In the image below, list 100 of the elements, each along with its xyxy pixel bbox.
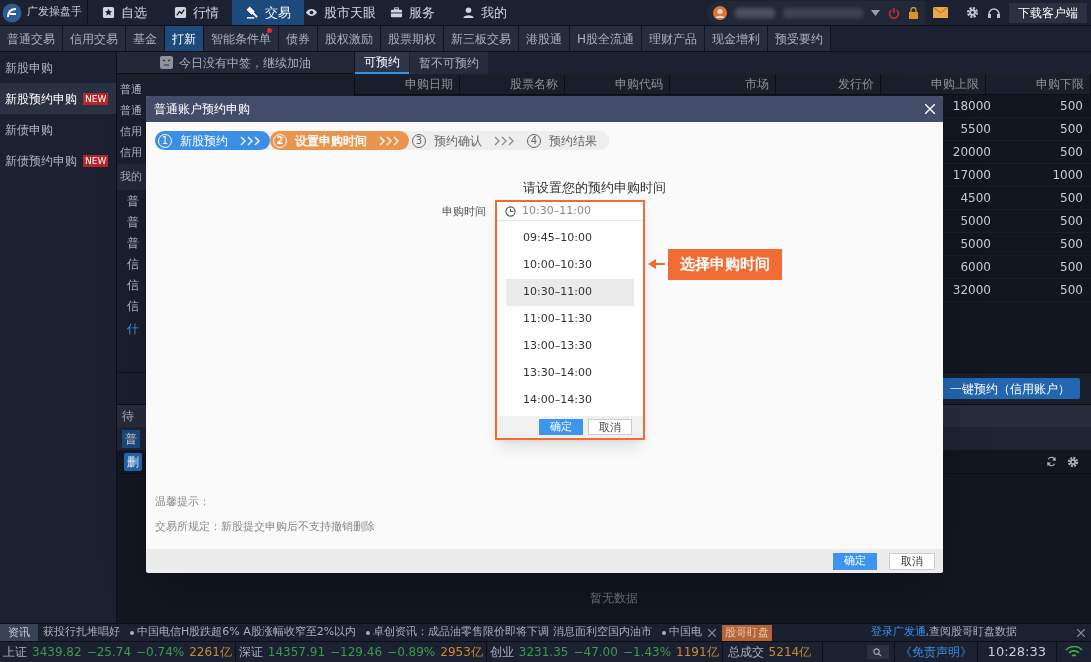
sidebar-item[interactable]: 新股申购 — [0, 52, 116, 83]
sidebar-label: 新股申购 — [5, 59, 53, 77]
table-cell-text: 5000 — [959, 213, 992, 230]
settings-icon[interactable] — [966, 6, 979, 19]
disclaimer-link[interactable]: 《免责声明》 — [893, 642, 978, 662]
table-cell-text: 20000 — [951, 144, 992, 161]
banner-text: 今日没有中签，继续加油 — [179, 54, 311, 72]
time-option[interactable]: 11:00–11:30 — [506, 306, 634, 333]
close-icon[interactable] — [1077, 628, 1085, 637]
lower-tab[interactable]: 待 — [117, 407, 134, 425]
index-change: −129.46 — [330, 644, 383, 661]
table-cell-text: 500 — [1059, 282, 1084, 299]
step-label: 设置申购时间 — [293, 132, 368, 150]
time-option[interactable]: 09:45–10:00 — [506, 225, 634, 252]
power-icon — [888, 6, 900, 19]
index-quote[interactable]: 深证 14357.91 −129.46 −0.89% 2953亿 — [235, 642, 487, 662]
nav-tab[interactable]: 行情 — [160, 0, 232, 25]
index-name: 深证 — [238, 644, 263, 661]
column-header: 申购下限 — [985, 74, 1091, 94]
sidebar-item[interactable]: 新股预约申购 NEW — [0, 83, 116, 114]
column-header: 申购日期 — [355, 74, 461, 94]
index-percent: −0.74% — [136, 644, 185, 661]
sub-tab[interactable]: 港股通 — [519, 26, 570, 51]
news-item[interactable]: 中国电 — [668, 624, 702, 641]
lock-icon — [908, 6, 919, 19]
dialog-title: 普通账户预约申购 — [154, 101, 250, 118]
callout-label: 选择申购时间 — [668, 249, 782, 280]
total-label: 总成交 — [727, 644, 764, 661]
app-name: 广发操盘手 — [27, 4, 82, 21]
table-cell-text: 4500 — [959, 190, 992, 207]
delete-button[interactable]: 删 — [124, 452, 142, 471]
column-header: 申购代码 — [565, 74, 671, 94]
account-bar[interactable] — [707, 0, 925, 25]
sub-tab[interactable]: 股权激励 — [318, 26, 381, 51]
nav-tab[interactable]: 股市天眼 — [304, 0, 376, 25]
table-cell-text: 500 — [1059, 144, 1084, 161]
search-button[interactable] — [866, 645, 889, 659]
time-option[interactable]: 10:30–11:00 — [506, 279, 634, 306]
sub-tab[interactable]: 现金增利 — [705, 26, 769, 51]
nav-tab[interactable]: 交易 — [232, 0, 304, 25]
table-cell-text: 6000 — [959, 259, 992, 276]
sidebar-item[interactable]: 新债申购 — [0, 114, 116, 145]
news-item[interactable]: 卓创资讯：成品油零售限价即将下调 消息面利空国内油市 — [373, 624, 652, 641]
settings-icon[interactable] — [1067, 455, 1079, 468]
time-option[interactable]: 10:00–10:30 — [506, 252, 634, 279]
news-label: 资讯 — [0, 624, 38, 641]
news-item[interactable]: 获投行扎堆唱好 — [43, 624, 120, 641]
table-cell-text: 500 — [1059, 236, 1084, 253]
blurred-name — [735, 7, 775, 18]
login-link[interactable]: 登录广发通 — [870, 624, 926, 641]
sub-tab[interactable]: 股票期权 — [381, 26, 444, 51]
table-cell-text: 500 — [1059, 213, 1084, 230]
user-icon — [461, 6, 475, 19]
sidebar-label: 新债申购 — [5, 121, 53, 139]
sub-tab[interactable]: 理财产品 — [642, 26, 706, 51]
chart-icon — [173, 6, 187, 19]
chevrons-icon — [494, 135, 516, 146]
sub-tab[interactable]: 普通交易 — [0, 26, 63, 51]
sub-tab[interactable]: H股全流通 — [570, 26, 643, 51]
refresh-icon[interactable] — [1046, 456, 1057, 467]
sub-tab[interactable]: 智能条件单 — [204, 26, 279, 51]
dropdown-cancel-button[interactable]: 取消 — [587, 419, 632, 435]
table-cell-text: 500 — [1059, 98, 1084, 115]
index-change: −25.74 — [86, 644, 132, 661]
nav-tab[interactable]: 自选 — [88, 0, 160, 25]
caret-icon — [871, 9, 880, 16]
news-item[interactable]: 中国电信H股跌超6% A股涨幅收窄至2%以内 — [137, 624, 357, 641]
nav-tab[interactable]: 我的 — [448, 0, 520, 25]
close-icon[interactable] — [707, 628, 716, 637]
credit-reserve-button[interactable]: 一键预约（信用账户） — [940, 378, 1080, 399]
sad-face-icon — [160, 56, 173, 69]
column-header: 申购上限 — [880, 74, 986, 94]
time-option[interactable]: 13:30–14:00 — [506, 360, 634, 387]
sub-tab[interactable]: 债券 — [279, 26, 318, 51]
index-amount: 2261亿 — [189, 644, 232, 661]
sub-tab[interactable]: 预受要约 — [768, 26, 832, 51]
sub-tab[interactable]: 信用交易 — [63, 26, 126, 51]
index-amount: 1191亿 — [676, 644, 719, 661]
table-tab[interactable]: 暂不可预约 — [410, 52, 488, 74]
index-quote[interactable]: 创业 3231.35 −47.00 −1.43% 1191亿 — [486, 642, 723, 662]
table-cell-text: 5000 — [959, 236, 992, 253]
sidebar-item[interactable]: 新债预约申购 NEW — [0, 145, 116, 176]
time-option[interactable]: 14:00–14:30 — [506, 387, 634, 414]
avatar-icon — [713, 5, 727, 20]
sub-tab[interactable]: 基金 — [126, 26, 165, 51]
sidebar-label: 新债预约申购 — [5, 152, 77, 170]
sub-tab[interactable]: 新三板交易 — [444, 26, 519, 51]
time-dropdown[interactable]: 10:30–11:00 09:45–10:00 10:00–10:30 10:30–11:00 11:00–11:30 13:00–13:30 13:30–14:00 14:00–14:30 确定 取消 — [495, 200, 645, 440]
table-tab[interactable]: 可预约 — [355, 52, 409, 74]
login-hint: ,查阅股哥盯盘数据 — [925, 624, 1017, 641]
time-option[interactable]: 13:00–13:30 — [506, 333, 634, 360]
index-quote[interactable]: 上证 3439.82 −25.74 −0.74% 2261亿 — [0, 642, 236, 662]
nav-tab[interactable]: 服务 — [376, 0, 448, 25]
cancel-button[interactable]: 取消 — [889, 552, 935, 570]
download-button[interactable]: 下载客户端 — [1009, 2, 1087, 23]
headset-icon[interactable] — [987, 6, 1001, 19]
index-name: 创业 — [489, 644, 514, 661]
table-cell-text: 18000 — [951, 98, 992, 115]
sub-tab[interactable]: 打新 — [165, 26, 204, 51]
lower-subtab[interactable]: 普 — [122, 429, 140, 448]
